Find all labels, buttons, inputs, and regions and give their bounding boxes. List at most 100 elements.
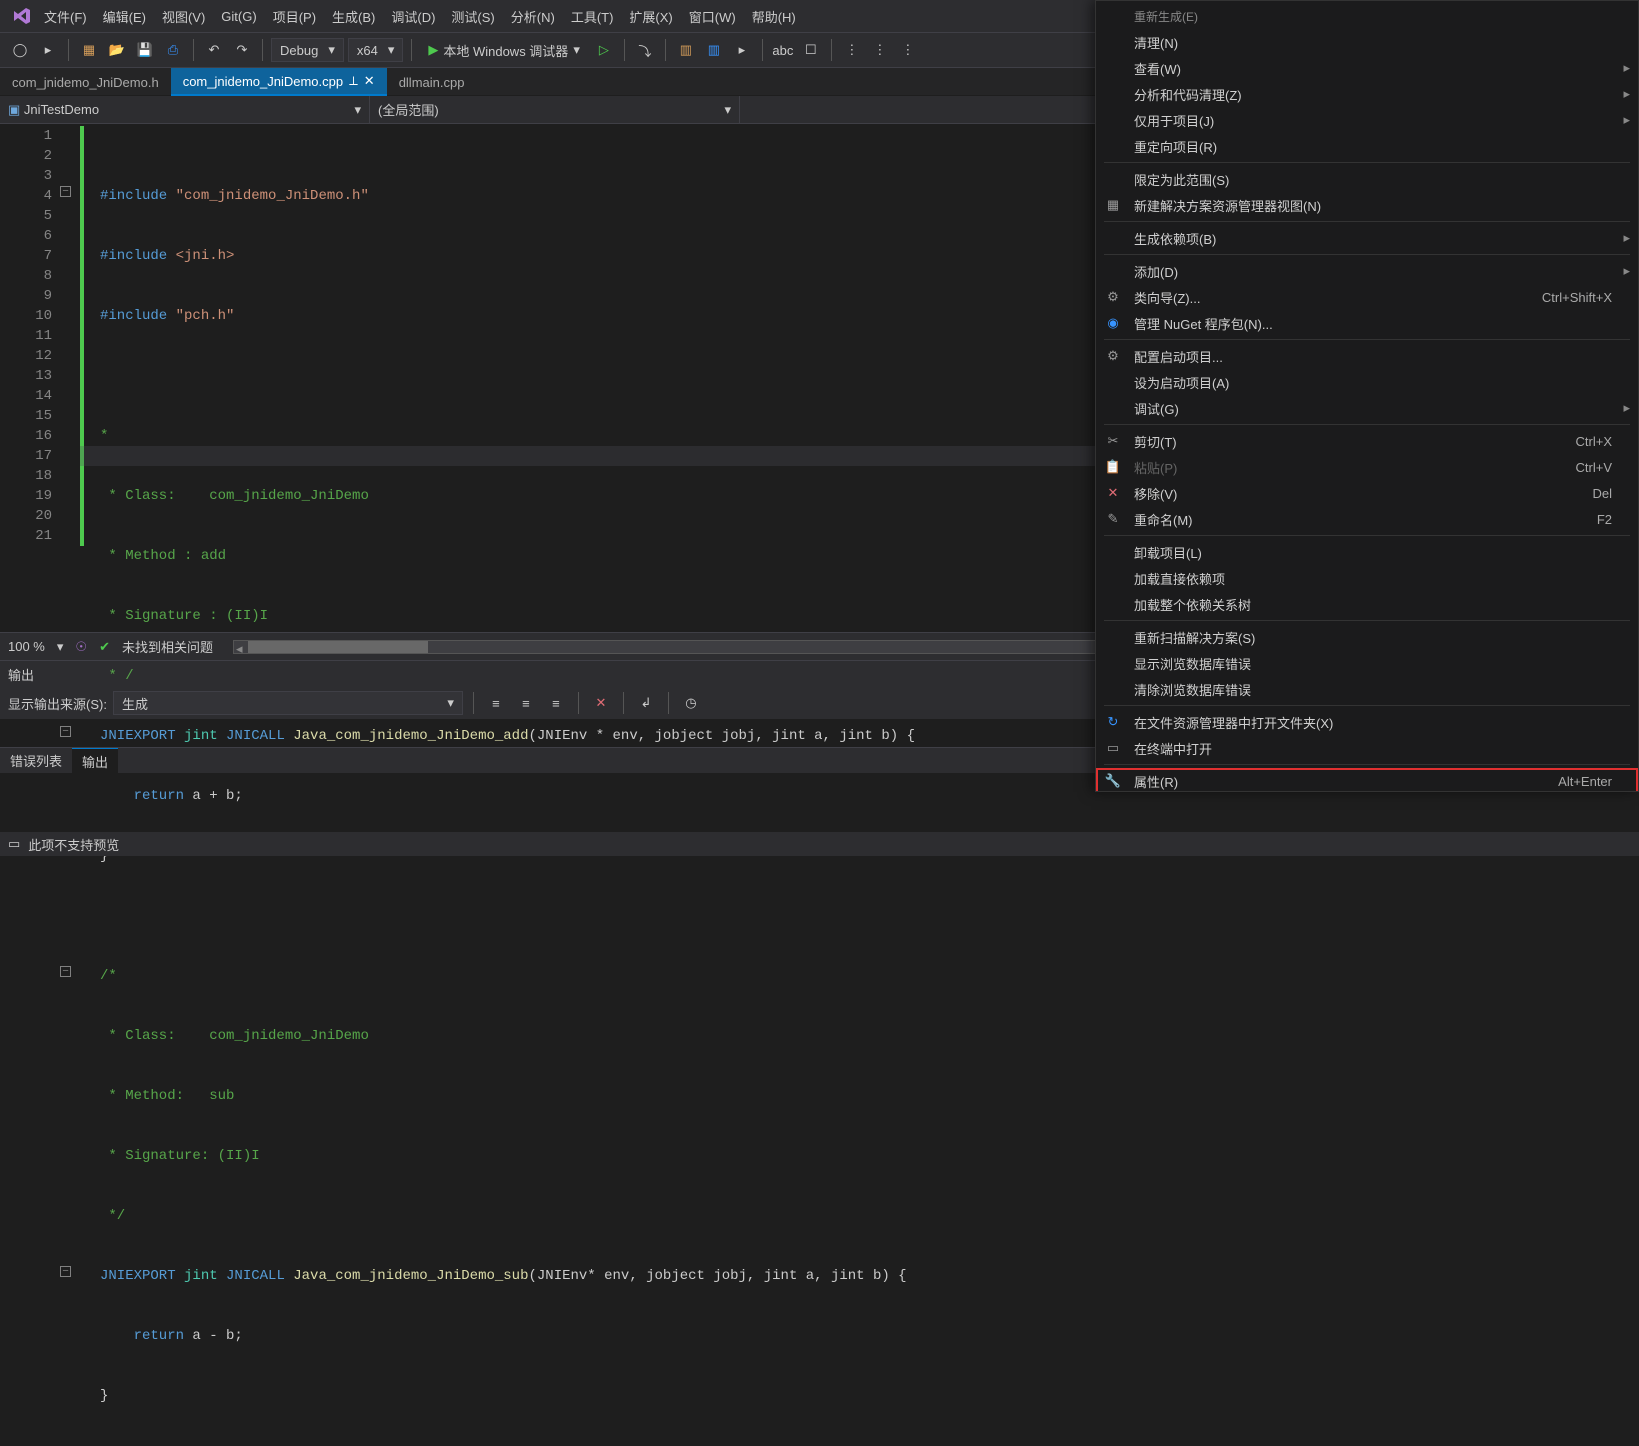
cm-properties[interactable]: 🔧属性(R)Alt+Enter [1096, 768, 1638, 792]
cm-load-tree[interactable]: 加载整个依赖关系树 [1096, 591, 1638, 617]
cm-cut[interactable]: ✂剪切(T)Ctrl+X [1096, 428, 1638, 454]
shortcut: Ctrl+V [1576, 460, 1612, 475]
shortcut: Alt+Enter [1558, 774, 1612, 789]
tab-header-file[interactable]: com_jnidemo_JniDemo.h [0, 68, 171, 96]
separator [1104, 705, 1630, 706]
tab-error-list[interactable]: 错误列表 [0, 748, 72, 773]
explorer-icon: ▦ [1104, 196, 1122, 214]
menu-debug[interactable]: 调试(D) [383, 0, 443, 32]
cm-rename[interactable]: ✎重命名(M)F2 [1096, 506, 1638, 532]
cm-load-deps[interactable]: 加载直接依赖项 [1096, 565, 1638, 591]
separator [1104, 339, 1630, 340]
scissors-icon: ✂ [1104, 432, 1122, 450]
menu-build[interactable]: 生成(B) [324, 0, 383, 32]
output-source-label: 显示输出来源(S): [8, 694, 107, 713]
step-button[interactable]: ⤵ [633, 38, 657, 62]
config-combo[interactable]: Debug▾ [271, 38, 344, 62]
platform-value: x64 [357, 43, 378, 58]
gear-icon: ⚙ [1104, 347, 1122, 365]
close-icon[interactable]: ✕ [364, 73, 375, 89]
fold-toggle[interactable]: − [60, 726, 71, 737]
cm-nuget[interactable]: ◉管理 NuGet 程序包(N)... [1096, 310, 1638, 336]
rename-icon: ✎ [1104, 510, 1122, 528]
cm-set-startup[interactable]: 设为启动项目(A) [1096, 369, 1638, 395]
chevron-down-icon: ▾ [573, 42, 580, 58]
tb-icon-2[interactable]: ▥ [702, 38, 726, 62]
start-no-debug-button[interactable]: ▷ [592, 38, 616, 62]
global-scope-combo[interactable]: (全局范围) ▾ [370, 96, 740, 123]
cm-clean[interactable]: 清理(N) [1096, 29, 1638, 55]
cm-project-only[interactable]: 仅用于项目(J)▸ [1096, 107, 1638, 133]
cm-analyze[interactable]: 分析和代码清理(Z)▸ [1096, 81, 1638, 107]
menu-git[interactable]: Git(G) [213, 0, 264, 32]
start-debug-button[interactable]: ▶本地 Windows 调试器▾ [420, 38, 588, 62]
tb-icon-5[interactable]: ☐ [799, 38, 823, 62]
new-button[interactable]: ▦ [77, 38, 101, 62]
separator [831, 39, 832, 61]
menu-analyze[interactable]: 分析(N) [503, 0, 563, 32]
chevron-down-icon[interactable]: ▾ [57, 639, 64, 655]
cm-show-db-err[interactable]: 显示浏览数据库错误 [1096, 650, 1638, 676]
cm-config-startup[interactable]: ⚙配置启动项目... [1096, 343, 1638, 369]
shortcut: Del [1592, 486, 1612, 501]
tb-icon-4[interactable]: abc [771, 38, 795, 62]
arrow-icon: ↻ [1104, 713, 1122, 731]
menu-project[interactable]: 项目(P) [265, 0, 324, 32]
platform-combo[interactable]: x64▾ [348, 38, 404, 62]
cm-scope[interactable]: 限定为此范围(S) [1096, 166, 1638, 192]
project-scope-combo[interactable]: ▣ JniTestDemo ▾ [0, 96, 370, 123]
tb-icon-3[interactable]: ▸ [730, 38, 754, 62]
undo-button[interactable]: ↶ [202, 38, 226, 62]
cm-debug[interactable]: 调试(G)▸ [1096, 395, 1638, 421]
scope-label: (全局范围) [378, 100, 439, 119]
cm-rescan[interactable]: 重新扫描解决方案(S) [1096, 624, 1638, 650]
zoom-level[interactable]: 100 % [8, 639, 45, 654]
tb-icon-6[interactable]: ⋮ [840, 38, 864, 62]
menu-window[interactable]: 窗口(W) [681, 0, 744, 32]
config-value: Debug [280, 43, 318, 58]
fold-toggle[interactable]: − [60, 186, 71, 197]
cm-build-deps[interactable]: 生成依赖项(B)▸ [1096, 225, 1638, 251]
chevron-right-icon: ▸ [1623, 263, 1630, 279]
forward-button[interactable]: ▸ [36, 38, 60, 62]
save-button[interactable]: 💾 [133, 38, 157, 62]
cm-rebuild[interactable]: 重新生成(E) [1096, 3, 1638, 29]
tb-icon-7[interactable]: ⋮ [868, 38, 892, 62]
menu-extensions[interactable]: 扩展(X) [621, 0, 680, 32]
menu-test[interactable]: 测试(S) [443, 0, 502, 32]
scroll-thumb[interactable] [248, 641, 428, 653]
scope-label: JniTestDemo [24, 102, 99, 117]
cm-add[interactable]: 添加(D)▸ [1096, 258, 1638, 284]
shortcut: F2 [1597, 512, 1612, 527]
cm-class-wizard[interactable]: ⚙类向导(Z)...Ctrl+Shift+X [1096, 284, 1638, 310]
chevron-right-icon: ▸ [1623, 112, 1630, 128]
pin-icon[interactable]: ⟂ [349, 73, 358, 89]
menu-help[interactable]: 帮助(H) [744, 0, 804, 32]
cm-clear-db-err[interactable]: 清除浏览数据库错误 [1096, 676, 1638, 702]
menu-edit[interactable]: 编辑(E) [95, 0, 154, 32]
redo-button[interactable]: ↷ [230, 38, 254, 62]
tb-icon-1[interactable]: ▥ [674, 38, 698, 62]
cm-open-in-explorer[interactable]: ↻在文件资源管理器中打开文件夹(X) [1096, 709, 1638, 735]
cm-redirect[interactable]: 重定向项目(R) [1096, 133, 1638, 159]
back-button[interactable]: ◯ [8, 38, 32, 62]
tab-dllmain[interactable]: dllmain.cpp [387, 68, 477, 96]
fold-toggle[interactable]: − [60, 966, 71, 977]
shortcut: Ctrl+Shift+X [1542, 290, 1612, 305]
cm-new-explorer[interactable]: ▦新建解决方案资源管理器视图(N) [1096, 192, 1638, 218]
separator [193, 39, 194, 61]
fold-toggle[interactable]: − [60, 1266, 71, 1277]
save-all-button[interactable]: ⎙ [161, 38, 185, 62]
wrench-icon: 🔧 [1104, 772, 1122, 790]
cm-view[interactable]: 查看(W)▸ [1096, 55, 1638, 81]
open-button[interactable]: 📂 [105, 38, 129, 62]
cm-open-in-terminal[interactable]: ▭在终端中打开 [1096, 735, 1638, 761]
cm-unload[interactable]: 卸载项目(L) [1096, 539, 1638, 565]
menu-view[interactable]: 视图(V) [154, 0, 213, 32]
menu-file[interactable]: 文件(F) [36, 0, 95, 32]
menu-tools[interactable]: 工具(T) [563, 0, 622, 32]
cm-remove[interactable]: ✕移除(V)Del [1096, 480, 1638, 506]
tb-icon-8[interactable]: ⋮ [896, 38, 920, 62]
wizard-icon: ⚙ [1104, 288, 1122, 306]
tab-cpp-file[interactable]: com_jnidemo_JniDemo.cpp ⟂ ✕ [171, 68, 387, 96]
